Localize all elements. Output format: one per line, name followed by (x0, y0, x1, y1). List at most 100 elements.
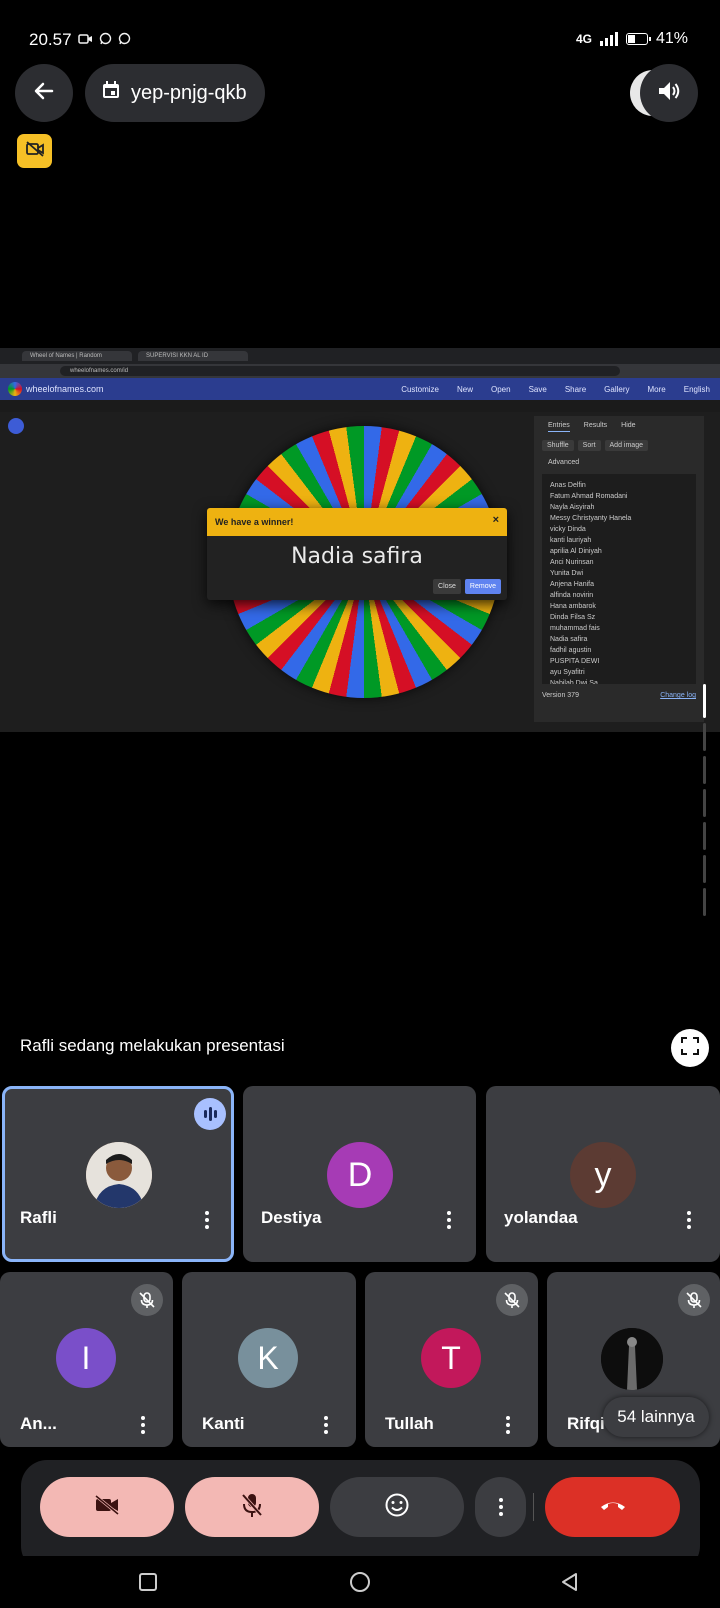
more-vert-icon[interactable] (140, 1416, 146, 1434)
browser-url: wheelofnames.com/id (60, 366, 620, 376)
meeting-code: yep-pnjg-qkb (131, 81, 247, 104)
winner-dialog-title: We have a winner! (215, 517, 294, 527)
calendar-icon (101, 80, 121, 106)
video-off-icon (94, 1494, 120, 1521)
meeting-info-button[interactable]: yep-pnjg-qkb (85, 64, 265, 122)
mic-off-icon (678, 1284, 710, 1316)
call-end-icon (598, 1498, 628, 1517)
circle-icon (349, 1571, 371, 1598)
site-menu: Customize New Open Save Share Gallery Mo… (401, 385, 720, 394)
network-type: 4G (575, 32, 592, 46)
more-vert-icon[interactable] (204, 1211, 210, 1229)
participant-tile-destiya[interactable]: D Destiya (243, 1086, 476, 1262)
entry-item: Hana ambarok (550, 603, 596, 610)
leave-call-button[interactable] (545, 1477, 680, 1537)
fullscreen-button[interactable] (671, 1029, 709, 1067)
version-label: Version 379 (542, 692, 579, 699)
avatar: y (570, 1142, 636, 1208)
square-icon (138, 1572, 158, 1597)
entry-item: Dinda Filsa Sz (550, 614, 596, 621)
more-participants-button[interactable]: 54 lainnya (603, 1397, 709, 1437)
entry-item: vicky Dinda (550, 526, 586, 533)
speaking-indicator-icon (194, 1098, 226, 1130)
entry-item: Anas Delfin (550, 482, 586, 489)
camera-off-notice-button[interactable] (17, 134, 52, 168)
participant-tile-an[interactable]: I An... (0, 1272, 173, 1447)
tab-results: Results (583, 422, 608, 429)
reactions-button[interactable] (330, 1477, 464, 1537)
mic-off-icon (496, 1284, 528, 1316)
shuffle-button: Shuffle (542, 440, 574, 451)
speaker-icon (656, 79, 682, 108)
status-right-group: 4G 41% (576, 30, 688, 48)
site-menu-item: More (647, 384, 666, 394)
video-off-icon (25, 140, 45, 163)
more-vert-icon[interactable] (323, 1416, 329, 1434)
browser-tab: SUPERVISI KKN AL ID (138, 351, 248, 361)
entry-item: Yunita Dwi (550, 570, 584, 577)
entry-item: muhammad fais (550, 625, 600, 632)
mic-off-icon (131, 1284, 163, 1316)
avatar: T (421, 1328, 481, 1388)
entry-item: PUSPITA DEWI (550, 658, 600, 665)
home-button[interactable] (346, 1570, 374, 1598)
system-back-button[interactable] (556, 1570, 584, 1598)
participant-name: Rifqi (567, 1414, 605, 1433)
site-menu-item: Open (491, 384, 511, 394)
status-time-group: 20.57 (29, 30, 131, 50)
more-options-button[interactable] (475, 1477, 526, 1537)
browser-url-bar: wheelofnames.com/id (0, 364, 720, 378)
avatar: D (327, 1142, 393, 1208)
more-vert-icon[interactable] (505, 1416, 511, 1434)
presentation-scroll-indicator (703, 684, 709, 940)
wheel-stage: We have a winner! × Nadia safira Close R… (0, 412, 720, 732)
change-log-link: Change log (660, 692, 696, 699)
site-menu-item: Save (528, 384, 547, 394)
close-icon: × (492, 514, 499, 526)
pencil-icon (8, 418, 24, 434)
camera-toggle-button[interactable] (40, 1477, 174, 1537)
triangle-back-icon (560, 1572, 580, 1597)
more-vert-icon (498, 1498, 504, 1516)
audio-output-button[interactable] (640, 64, 698, 122)
avatar (86, 1142, 152, 1208)
controls-divider (533, 1493, 534, 1521)
participant-name: Tullah (385, 1414, 434, 1433)
more-vert-icon[interactable] (446, 1211, 452, 1229)
dialog-close-button: Close (433, 579, 461, 594)
winner-dialog-buttons: Close Remove (433, 579, 501, 594)
entry-item: Messy Christyanty Hanela (550, 515, 632, 522)
browser-tab: Wheel of Names | Random (22, 351, 132, 361)
dialog-remove-button: Remove (464, 579, 501, 594)
entries-list: Anas Delfin Fatum Ahmad Romadani Nayla Ais… (542, 474, 696, 684)
entries-panel-tabs: Entries Results Hide (534, 416, 704, 436)
entries-footer: Version 379 Change log (534, 688, 704, 703)
winner-dialog: We have a winner! × Nadia safira Close R… (207, 508, 507, 600)
shared-screen: Wheel of Names | Random SUPERVISI KKN AL… (0, 348, 720, 732)
entry-item: aprilia Al Diniyah (550, 548, 602, 555)
more-vert-icon[interactable] (686, 1211, 692, 1229)
system-nav-bar (0, 1556, 720, 1608)
site-menu-item: Gallery (604, 384, 630, 394)
add-image-button: Add image (604, 440, 648, 451)
participant-tile-yolandaa[interactable]: y yolandaa (486, 1086, 720, 1262)
participant-tile-kanti[interactable]: K Kanti (182, 1272, 356, 1447)
back-button[interactable] (15, 64, 73, 122)
winner-dialog-header: We have a winner! × (207, 508, 507, 536)
participant-name: An... (20, 1414, 57, 1433)
entry-item: Anjena Hanifa (550, 581, 594, 588)
participant-tile-tullah[interactable]: T Tullah (365, 1272, 538, 1447)
entry-item: Nabilah Dwi Sa (550, 680, 598, 684)
battery-icon (625, 33, 651, 45)
entry-item: Fatum Ahmad Romadani (550, 493, 628, 500)
recents-button[interactable] (134, 1570, 162, 1598)
tab-entries: Entries (548, 422, 570, 432)
participant-name: Rafli (20, 1208, 57, 1227)
entry-item: alfinda novirin (550, 592, 594, 599)
mic-toggle-button[interactable] (185, 1477, 319, 1537)
participant-name: yolandaa (504, 1208, 578, 1227)
entry-item: Nadia safira (550, 636, 588, 643)
participant-name: Destiya (261, 1208, 322, 1227)
participant-tile-rafli[interactable]: Rafli (2, 1086, 234, 1262)
site-logo: wheelofnames.com (0, 382, 104, 396)
